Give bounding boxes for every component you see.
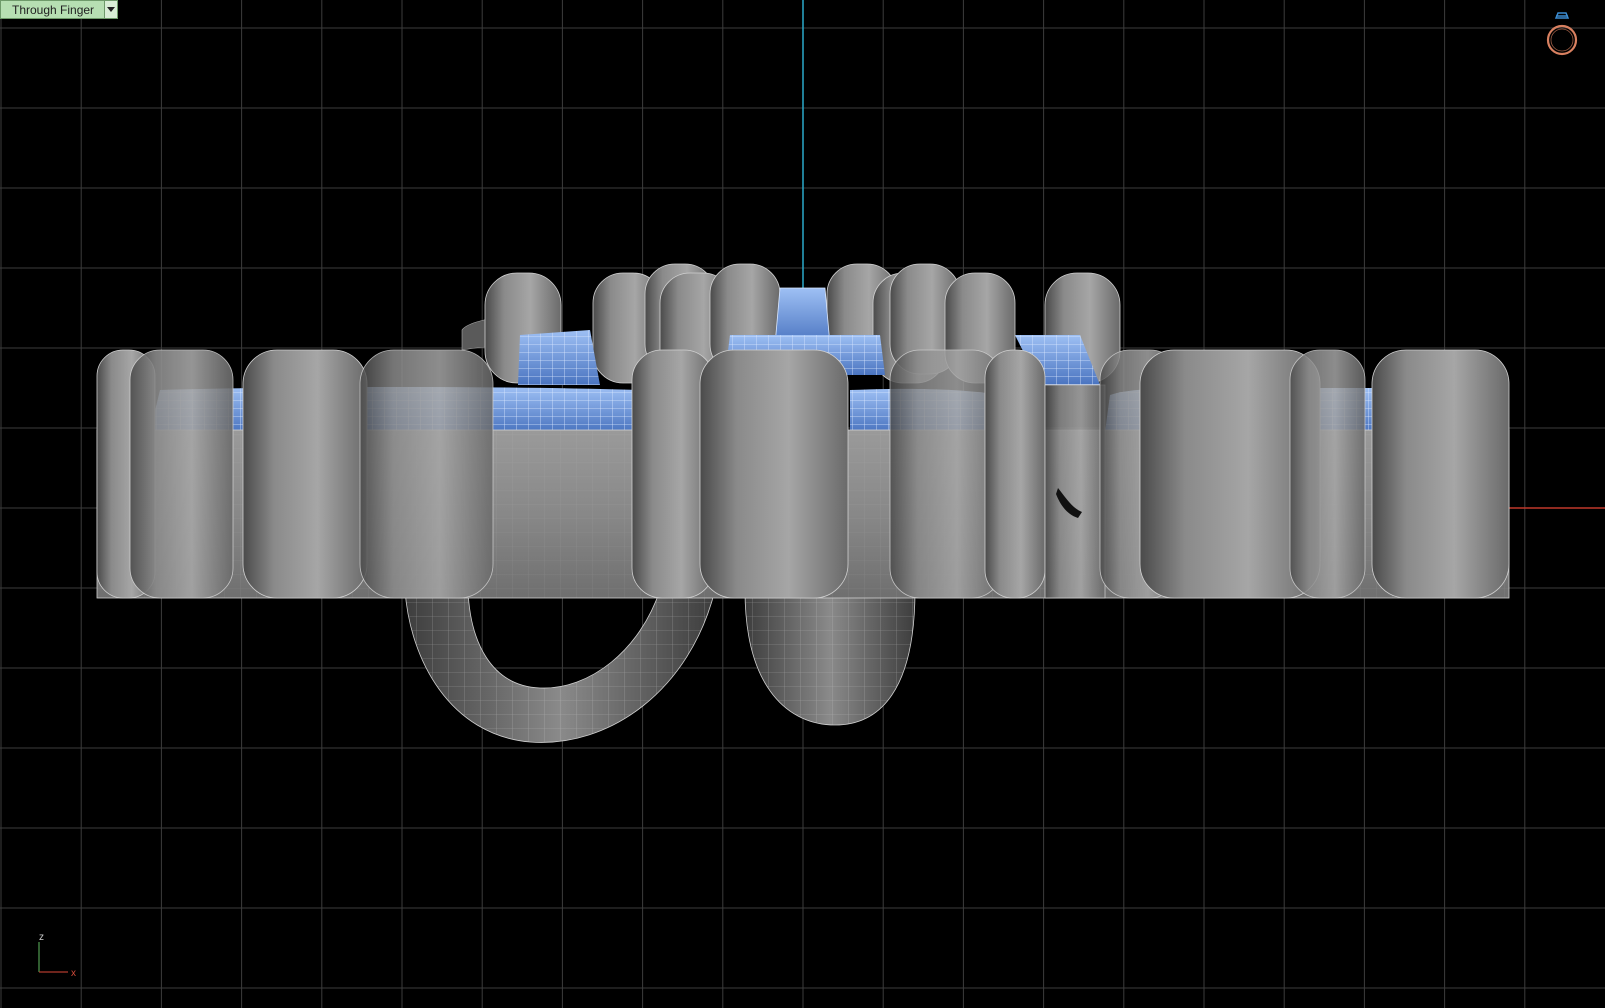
viewport-title[interactable]: Through Finger <box>1 1 104 18</box>
axis-gizmo: z x <box>38 932 76 978</box>
gizmo-x-label: x <box>71 968 76 978</box>
viewport-3d[interactable]: Through Finger z x <box>0 0 1605 1008</box>
front-prongs[interactable] <box>96 349 1510 599</box>
viewport-scene[interactable] <box>0 0 1605 1008</box>
viewport-title-tab[interactable]: Through Finger <box>0 0 119 19</box>
ring-icon[interactable] <box>1542 10 1582 62</box>
chevron-down-icon[interactable] <box>104 1 118 18</box>
gizmo-z-label: z <box>39 932 44 943</box>
